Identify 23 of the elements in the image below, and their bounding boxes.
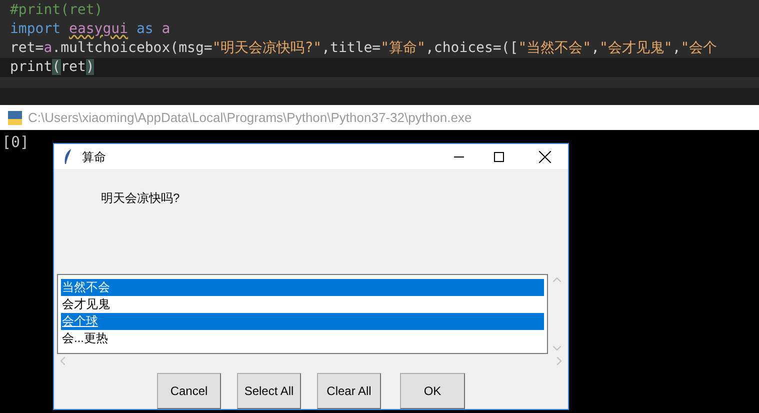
list-item[interactable]: 会才见鬼 bbox=[61, 296, 544, 313]
code-line: ret=a.multchoicebox(msg="明天会凉快吗?",title="算命",choices=(["当然不会","会才见鬼","会个 bbox=[9, 39, 718, 58]
scroll-up-icon[interactable] bbox=[552, 276, 560, 282]
dialog-button[interactable]: Select All bbox=[237, 373, 301, 410]
scroll-left-icon[interactable] bbox=[60, 357, 65, 366]
feather-icon bbox=[64, 148, 72, 165]
scroll-right-icon[interactable] bbox=[557, 357, 562, 366]
close-icon[interactable] bbox=[539, 150, 551, 163]
python-icon bbox=[8, 110, 22, 124]
console-title: C:\Users\xiaoming\AppData\Local\Programs\Python\Python37-32\python.exe bbox=[28, 108, 472, 127]
scroll-down-icon[interactable] bbox=[552, 346, 560, 351]
dialog-button[interactable]: Cancel bbox=[157, 373, 221, 410]
dialog-button[interactable]: Clear All bbox=[317, 373, 381, 410]
dialog-title: 算命 bbox=[82, 148, 106, 166]
maximize-icon[interactable] bbox=[494, 152, 504, 162]
list-item[interactable]: 当然不会 bbox=[61, 278, 544, 296]
code-line: #print(ret) bbox=[9, 1, 104, 20]
console-output: [0] bbox=[2, 132, 30, 153]
dialog-button[interactable]: OK bbox=[400, 373, 465, 410]
dialog-message: 明天会凉快吗? bbox=[101, 190, 180, 208]
list-item[interactable]: 会个球 bbox=[61, 312, 544, 330]
list-item[interactable]: 会...更热 bbox=[61, 330, 544, 347]
code-line: import easygui as a bbox=[9, 20, 172, 39]
